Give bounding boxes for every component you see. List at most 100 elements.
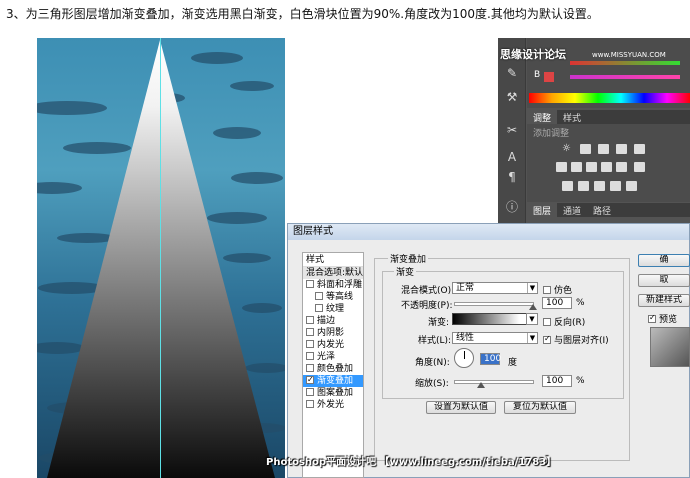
blend-mode-select[interactable]: 正常 ▼ bbox=[452, 282, 538, 294]
style-label: 样式(L): bbox=[418, 336, 452, 346]
style-item[interactable]: 图案叠加 bbox=[303, 387, 363, 399]
style-item-label: 等高线 bbox=[326, 292, 354, 302]
foreground-swatch[interactable] bbox=[544, 72, 554, 82]
style-item[interactable]: 描边 bbox=[303, 315, 363, 327]
channel-mixer-icon[interactable] bbox=[616, 162, 627, 172]
angle-dial[interactable] bbox=[454, 348, 474, 368]
tab-adjustments[interactable]: 调整 bbox=[527, 110, 558, 125]
style-item[interactable]: 外发光 bbox=[303, 399, 363, 411]
ok-button[interactable]: 确 bbox=[638, 254, 690, 267]
opacity-slider-thumb[interactable] bbox=[529, 304, 537, 310]
blend-options-item[interactable]: 混合选项:默认 bbox=[303, 267, 363, 279]
selective-color-icon[interactable] bbox=[626, 181, 637, 191]
document-canvas[interactable] bbox=[37, 38, 285, 478]
style-item-checkbox[interactable] bbox=[306, 400, 314, 408]
style-item-checkbox[interactable] bbox=[306, 374, 314, 386]
curves-icon[interactable] bbox=[598, 144, 609, 154]
style-item[interactable]: 渐变叠加 bbox=[303, 374, 363, 387]
gradient-picker[interactable] bbox=[452, 313, 528, 325]
reset-default-button[interactable]: 复位为默认值 bbox=[504, 401, 576, 414]
photo-filter-icon[interactable] bbox=[601, 162, 612, 172]
scale-label: 缩放(S): bbox=[415, 379, 449, 389]
invert-icon[interactable] bbox=[562, 181, 573, 191]
opacity-input[interactable]: 100 bbox=[542, 297, 572, 309]
style-item-checkbox[interactable] bbox=[315, 292, 323, 300]
style-item-checkbox[interactable] bbox=[306, 316, 314, 324]
paragraph-tool-icon[interactable]: ¶ bbox=[504, 170, 520, 184]
align-checkbox[interactable]: 与图层对齐(I) bbox=[543, 333, 609, 346]
posterize-icon[interactable] bbox=[578, 181, 589, 191]
scale-slider-thumb[interactable] bbox=[477, 382, 485, 388]
style-item[interactable]: 纹理 bbox=[303, 303, 363, 315]
adjustments-tabbar: 调整 样式 bbox=[527, 110, 690, 125]
color-balance-icon[interactable] bbox=[571, 162, 582, 172]
levels-icon[interactable] bbox=[580, 144, 591, 154]
scale-input[interactable]: 100 bbox=[542, 375, 572, 387]
layers-tabbar: 图层 通道 路径 bbox=[527, 203, 690, 218]
adjustments-title: 添加调整 bbox=[533, 129, 570, 139]
style-item[interactable]: 内发光 bbox=[303, 339, 363, 351]
style-item-checkbox[interactable] bbox=[306, 328, 314, 336]
guide-line bbox=[160, 38, 161, 478]
preview-box[interactable] bbox=[648, 313, 656, 323]
style-select[interactable]: 线性 ▼ bbox=[452, 332, 538, 344]
scale-percent: % bbox=[576, 376, 585, 386]
opacity-slider[interactable] bbox=[454, 302, 537, 310]
style-item-label: 外发光 bbox=[317, 400, 345, 410]
scale-slider[interactable] bbox=[454, 380, 534, 388]
set-default-button[interactable]: 设置为默认值 bbox=[426, 401, 496, 414]
exposure-icon[interactable] bbox=[616, 144, 627, 154]
preview-checkbox[interactable]: 预览 bbox=[648, 312, 677, 325]
style-item-checkbox[interactable] bbox=[315, 304, 323, 312]
reverse-label: 反向(R) bbox=[554, 318, 586, 328]
brush-tool-icon[interactable]: ✎ bbox=[504, 66, 520, 80]
dither-label: 仿色 bbox=[554, 286, 573, 296]
style-item-label: 渐变叠加 bbox=[317, 376, 354, 386]
chevron-down-icon: ▼ bbox=[529, 315, 535, 323]
new-style-button[interactable]: 新建样式 bbox=[638, 294, 690, 307]
tab-channels[interactable]: 通道 bbox=[557, 203, 587, 218]
style-item-label: 光泽 bbox=[317, 352, 336, 362]
threshold-icon[interactable] bbox=[594, 181, 605, 191]
hue-icon[interactable] bbox=[556, 162, 567, 172]
style-item-checkbox[interactable] bbox=[306, 340, 314, 348]
angle-label: 角度(N): bbox=[415, 358, 450, 368]
styles-header[interactable]: 样式 bbox=[303, 253, 363, 267]
tab-paths[interactable]: 路径 bbox=[587, 203, 617, 218]
cancel-button[interactable]: 取 bbox=[638, 274, 690, 287]
dither-box[interactable] bbox=[543, 286, 551, 294]
dither-checkbox[interactable]: 仿色 bbox=[543, 283, 572, 296]
bw-icon[interactable] bbox=[586, 162, 597, 172]
style-item-checkbox[interactable] bbox=[306, 364, 314, 372]
text-tool-icon[interactable]: A bbox=[504, 150, 520, 164]
tab-layers[interactable]: 图层 bbox=[527, 203, 558, 218]
style-item-checkbox[interactable] bbox=[306, 388, 314, 396]
brightness-icon[interactable]: ☼ bbox=[562, 144, 573, 154]
color-spectrum[interactable] bbox=[529, 93, 690, 103]
style-item[interactable]: 等高线 bbox=[303, 291, 363, 303]
info-tool-icon[interactable]: ⓘ bbox=[504, 200, 520, 214]
style-item[interactable]: 光泽 bbox=[303, 351, 363, 363]
style-item-checkbox[interactable] bbox=[306, 352, 314, 360]
style-item[interactable]: 斜面和浮雕 bbox=[303, 279, 363, 291]
style-item-label: 内阴影 bbox=[317, 328, 345, 338]
style-item[interactable]: 内阴影 bbox=[303, 327, 363, 339]
wrench-tool-icon[interactable]: ⚒ bbox=[504, 90, 520, 104]
angle-input[interactable]: 100 bbox=[480, 353, 501, 365]
style-item-label: 内发光 bbox=[317, 340, 345, 350]
reverse-box[interactable] bbox=[543, 318, 551, 326]
gradient-label: 渐变: bbox=[428, 318, 450, 328]
scissors-tool-icon[interactable]: ✂ bbox=[504, 123, 520, 137]
reverse-checkbox[interactable]: 反向(R) bbox=[543, 315, 585, 328]
tab-styles[interactable]: 样式 bbox=[557, 110, 587, 125]
align-box[interactable] bbox=[543, 334, 551, 344]
align-label: 与图层对齐(I) bbox=[554, 336, 609, 346]
gradient-map-icon[interactable] bbox=[610, 181, 621, 191]
grid-icon[interactable] bbox=[634, 162, 645, 172]
styles-list: 样式 混合选项:默认 斜面和浮雕等高线纹理描边内阴影内发光光泽颜色叠加渐变叠加图… bbox=[302, 252, 364, 478]
color-b-label: B bbox=[534, 70, 541, 80]
gradient-dropdown[interactable]: ▼ bbox=[526, 313, 538, 325]
style-item-checkbox[interactable] bbox=[306, 280, 314, 288]
vibrance-icon[interactable] bbox=[634, 144, 645, 154]
color-slider-b[interactable]: B bbox=[530, 70, 690, 82]
